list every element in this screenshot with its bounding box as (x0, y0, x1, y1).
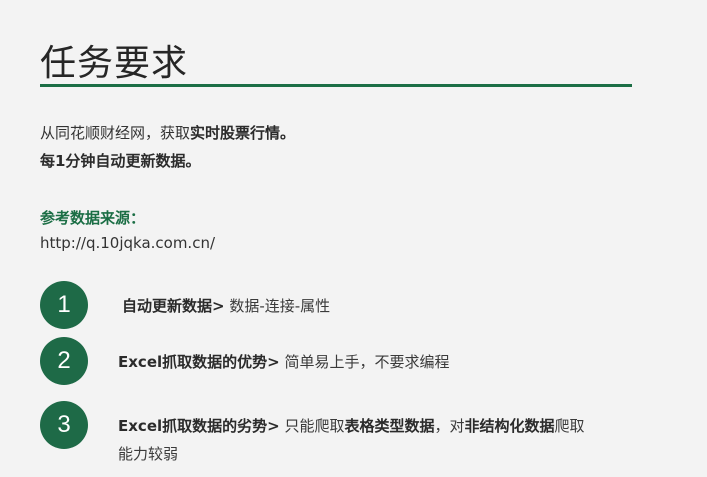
step-3-text: Excel抓取数据的劣势> 只能爬取表格类型数据，对非结构化数据爬取 (118, 415, 585, 436)
step-3-rest-e: 爬取 (554, 417, 585, 435)
reference-label: 参考数据来源： (40, 209, 146, 227)
step-2-bold: Excel抓取数据的优势> (118, 353, 280, 371)
step-2-circle: 2 (40, 337, 88, 385)
page-title: 任务要求 (40, 43, 189, 84)
step-3-rest-c: ，对 (434, 417, 465, 435)
step-1-bold: 自动更新数据> (122, 297, 225, 315)
step-3-bold: Excel抓取数据的劣势> (118, 417, 280, 435)
step-3-bold-b: 表格类型数据 (344, 417, 435, 435)
reference-url: http://q.10jqka.com.cn/ (40, 234, 216, 252)
step-2-text: Excel抓取数据的优势> 简单易上手，不要求编程 (118, 351, 449, 372)
intro-line-1-text: 从同花顺财经网，获取 (40, 124, 191, 142)
step-3-line-2: 能力较弱 (118, 445, 179, 463)
step-1-rest: 数据-连接-属性 (224, 297, 331, 315)
step-2-rest: 简单易上手，不要求编程 (279, 353, 450, 371)
title-underline (40, 84, 632, 87)
intro-line-2: 每1分钟自动更新数据。 (40, 152, 201, 170)
step-3-bold-d: 非结构化数据 (464, 417, 555, 435)
intro-line-1-bold: 实时股票行情。 (190, 124, 296, 142)
step-3-rest-a: 只能爬取 (279, 417, 345, 435)
step-3-circle: 3 (40, 401, 88, 449)
step-1-text: 自动更新数据> 数据-连接-属性 (122, 295, 330, 316)
step-1-circle: 1 (40, 281, 88, 329)
intro-line-1: 从同花顺财经网，获取实时股票行情。 (40, 122, 295, 143)
